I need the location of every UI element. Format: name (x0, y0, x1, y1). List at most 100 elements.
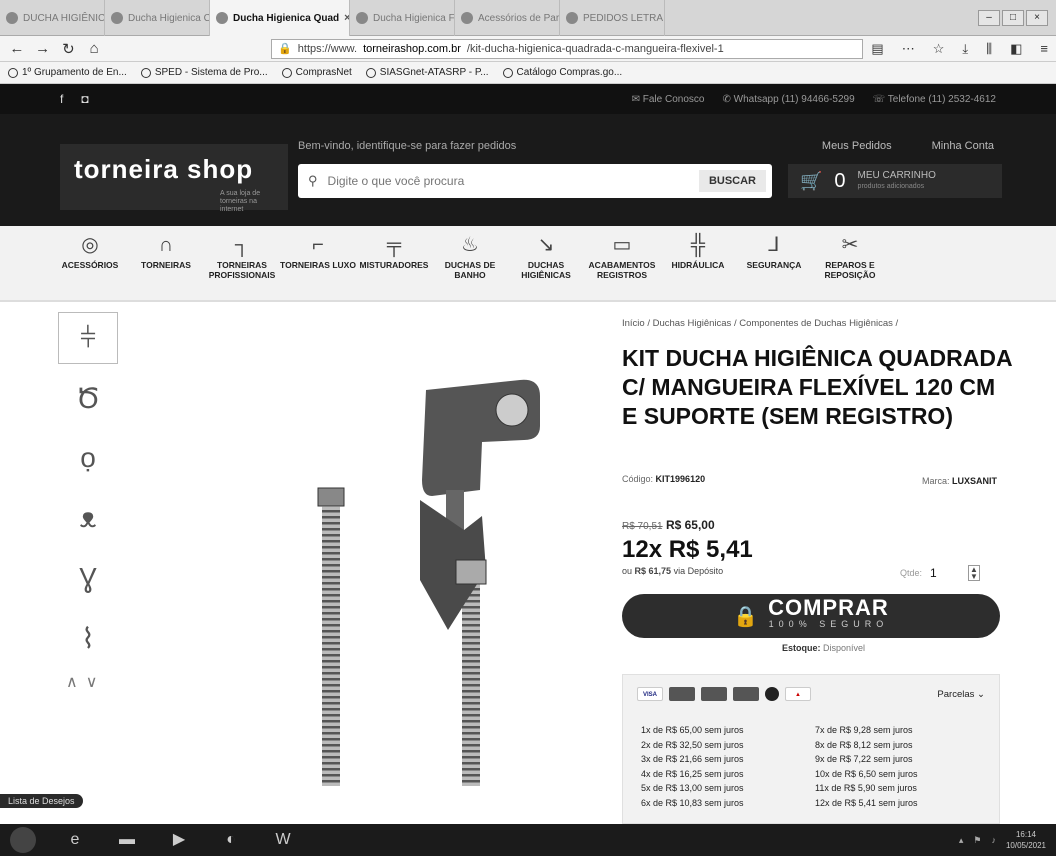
contact-phone-link[interactable]: ☏ Telefone (11) 2532-4612 (873, 94, 996, 105)
my-account-link[interactable]: Minha Conta (932, 140, 994, 152)
contact-email-link[interactable]: ✉ Fale Conosco (632, 94, 705, 105)
thumbnail-kit[interactable]: ⫩ (58, 312, 118, 364)
media-player-icon[interactable]: ▶ (166, 829, 192, 851)
product-image[interactable] (250, 330, 570, 786)
thumbnail-arrows: ∧ ∨ (58, 672, 126, 692)
welcome-text[interactable]: Bem-vindo, identifique-se para fazer ped… (298, 140, 516, 152)
site-logo[interactable]: torneira shop A sua loja de torneiras na… (60, 144, 288, 213)
diners-icon (733, 687, 759, 701)
internet-explorer-icon[interactable]: e (62, 829, 88, 851)
home-icon[interactable]: ⌂ (85, 40, 103, 57)
chevron-up-icon[interactable]: ∧ (66, 672, 78, 692)
browser-tab-active[interactable]: Ducha Higienica Quad × (210, 0, 350, 36)
thumbnail-handle[interactable]: Ɣ (58, 552, 118, 604)
sidebar-icon[interactable]: ◧ (1010, 41, 1022, 57)
contact-whatsapp-link[interactable]: ✆ Whatsapp (11) 94466-5299 (722, 94, 854, 105)
quantity-input[interactable] (930, 566, 961, 580)
cart-label: MEU CARRINHO produtos adicionados (857, 170, 936, 190)
os-taskbar: e ▬ ▶ ◐ W ▴ ⚑ ♪ 16:14 10/05/2021 (0, 824, 1056, 856)
clock[interactable]: 16:14 10/05/2021 (1006, 829, 1046, 851)
shower-kit-icon: ⫩ (79, 321, 97, 353)
minimize-icon[interactable]: – (978, 9, 1000, 26)
globe-icon (8, 67, 18, 78)
category-reparos-reposicao[interactable]: ✂ REPAROS E REPOSIÇÃO (812, 226, 888, 300)
close-window-icon[interactable]: × (1026, 9, 1048, 26)
installments-toggle[interactable]: Parcelas ⌄ (937, 689, 985, 700)
system-tray: ▴ ⚑ ♪ 16:14 10/05/2021 (959, 829, 1046, 851)
browser-toolbar: ← → ↻ ⌂ 🔒 https://www. torneirashop.com.b… (0, 36, 1056, 62)
star-icon[interactable]: ☆ (933, 41, 945, 57)
browser-tab[interactable]: DUCHA HIGIÊNICA× (0, 0, 105, 36)
word-icon[interactable]: W (270, 829, 296, 851)
firefox-icon[interactable]: ◐ (218, 829, 244, 851)
category-duchas-de-banho[interactable]: ♨ DUCHAS DE BANHO (432, 226, 508, 300)
more-icon[interactable]: ⋯ (902, 41, 915, 57)
browser-tab[interactable]: PEDIDOS LETRA - Pesq× (560, 0, 665, 36)
instagram-icon[interactable]: ◘ (81, 92, 88, 106)
category-torneiras[interactable]: ∩ TORNEIRAS (128, 226, 204, 300)
file-explorer-icon[interactable]: ▬ (114, 829, 140, 851)
url-domain: torneirashop.com.br (363, 42, 461, 55)
site-favicon-icon (111, 12, 123, 24)
hipercard-icon: ▲ (785, 687, 811, 701)
search-button[interactable]: BUSCAR (698, 170, 766, 192)
bookmark-item[interactable]: ComprasNet (281, 67, 352, 78)
search-input[interactable] (327, 174, 762, 188)
forward-arrow-icon[interactable]: → (34, 40, 52, 57)
buy-button[interactable]: 🔒 COMPRAR 100% SEGURO (622, 594, 1000, 638)
category-misturadores[interactable]: ╤ MISTURADORES (356, 226, 432, 300)
category-acabamentos-registros[interactable]: ▭ ACABAMENTOS REGISTROS (584, 226, 660, 300)
browser-tab[interactable]: Ducha Higienica Fle× (350, 0, 455, 36)
payment-box: VISA ▲ Parcelas ⌄ 1x de R$ 65,00 sem jur… (622, 674, 1000, 824)
thumbnail-shower-head[interactable]: ᴥ (58, 492, 118, 544)
globe-icon (140, 67, 151, 78)
bookmark-item[interactable]: SPED - Sistema de Pro... (140, 67, 268, 78)
thumbnail-coiled-hose[interactable]: ọ (58, 432, 118, 484)
quantity-arrows-icon[interactable]: ▲ ▼ (968, 565, 981, 581)
installment-row: 4x de R$ 16,25 sem juros (641, 768, 744, 779)
my-orders-link[interactable]: Meus Pedidos (822, 140, 892, 152)
facebook-icon[interactable]: f (60, 92, 63, 106)
category-seguranca[interactable]: ⅃ SEGURANÇA (736, 226, 812, 300)
google-icon (6, 12, 18, 24)
stock-status: Estoque: Disponível (782, 643, 866, 653)
installment-row: 5x de R$ 13,00 sem juros (641, 783, 744, 793)
bookmark-item[interactable]: Catálogo Compras.go... (502, 67, 622, 78)
breadcrumb[interactable]: Início / Duchas Higiênicas / Componentes… (622, 318, 898, 329)
pro-faucet-icon: ┐ (234, 234, 250, 256)
visa-icon: VISA (637, 687, 663, 701)
download-icon[interactable]: ⤓ (962, 41, 968, 57)
thumbnail-hose[interactable]: Ծ (58, 372, 118, 424)
bookmark-item[interactable]: 1º Grupamento de En... (8, 67, 127, 78)
network-icon[interactable]: ▴ (959, 835, 964, 846)
category-torneiras-profissionais[interactable]: ┐ TORNEIRAS PROFISSIONAIS (204, 226, 280, 300)
bookmark-item[interactable]: SIASGnet-ATASRP - P... (365, 67, 489, 78)
reload-icon[interactable]: ↻ (60, 40, 78, 58)
current-price: R$ 65,00 (665, 518, 715, 532)
menu-icon[interactable]: ≡ (1040, 41, 1048, 57)
installments-col-2: 7x de R$ 9,28 sem juros 8x de R$ 8,12 se… (815, 723, 918, 810)
thumbnail-holder[interactable]: ⌇ (58, 612, 118, 664)
address-bar[interactable]: 🔒 https://www. torneirashop.com.br/kit-du… (271, 38, 864, 59)
flag-icon[interactable]: ⚑ (973, 835, 981, 846)
browser-tab[interactable]: Ducha Higienica Cl× (105, 0, 210, 36)
category-duchas-higienicas[interactable]: ↘ DUCHAS HIGIÊNICAS (508, 226, 584, 300)
browser-tab[interactable]: Acessórios de Parede× (455, 0, 560, 36)
maximize-icon[interactable]: □ (1002, 9, 1024, 26)
faucet-icon: ∩ (158, 234, 174, 256)
cart-count: 0 (834, 169, 846, 192)
reader-icon[interactable]: ▤ (871, 41, 883, 57)
category-acessorios[interactable]: ◎ ACESSÓRIOS (52, 226, 128, 300)
chevron-down-icon[interactable]: ∨ (86, 672, 98, 692)
wishlist-button[interactable]: Lista de Desejos (0, 794, 83, 808)
cart-button[interactable]: 🛒 0 MEU CARRINHO produtos adicionados (788, 164, 1002, 198)
back-arrow-icon[interactable]: ← (8, 40, 26, 57)
library-icon[interactable]: ⫼ (986, 41, 992, 57)
category-torneiras-luxo[interactable]: ⌐ TORNEIRAS LUXO (280, 226, 356, 300)
category-hidraulica[interactable]: ╬ HIDRÁULICA (660, 226, 736, 300)
start-button-icon[interactable] (10, 827, 36, 853)
speaker-icon[interactable]: ♪ (991, 835, 996, 845)
payment-methods: VISA ▲ (637, 687, 811, 701)
hose-icon: Ծ (75, 382, 101, 414)
coiled-hose-icon: ọ (80, 442, 96, 473)
